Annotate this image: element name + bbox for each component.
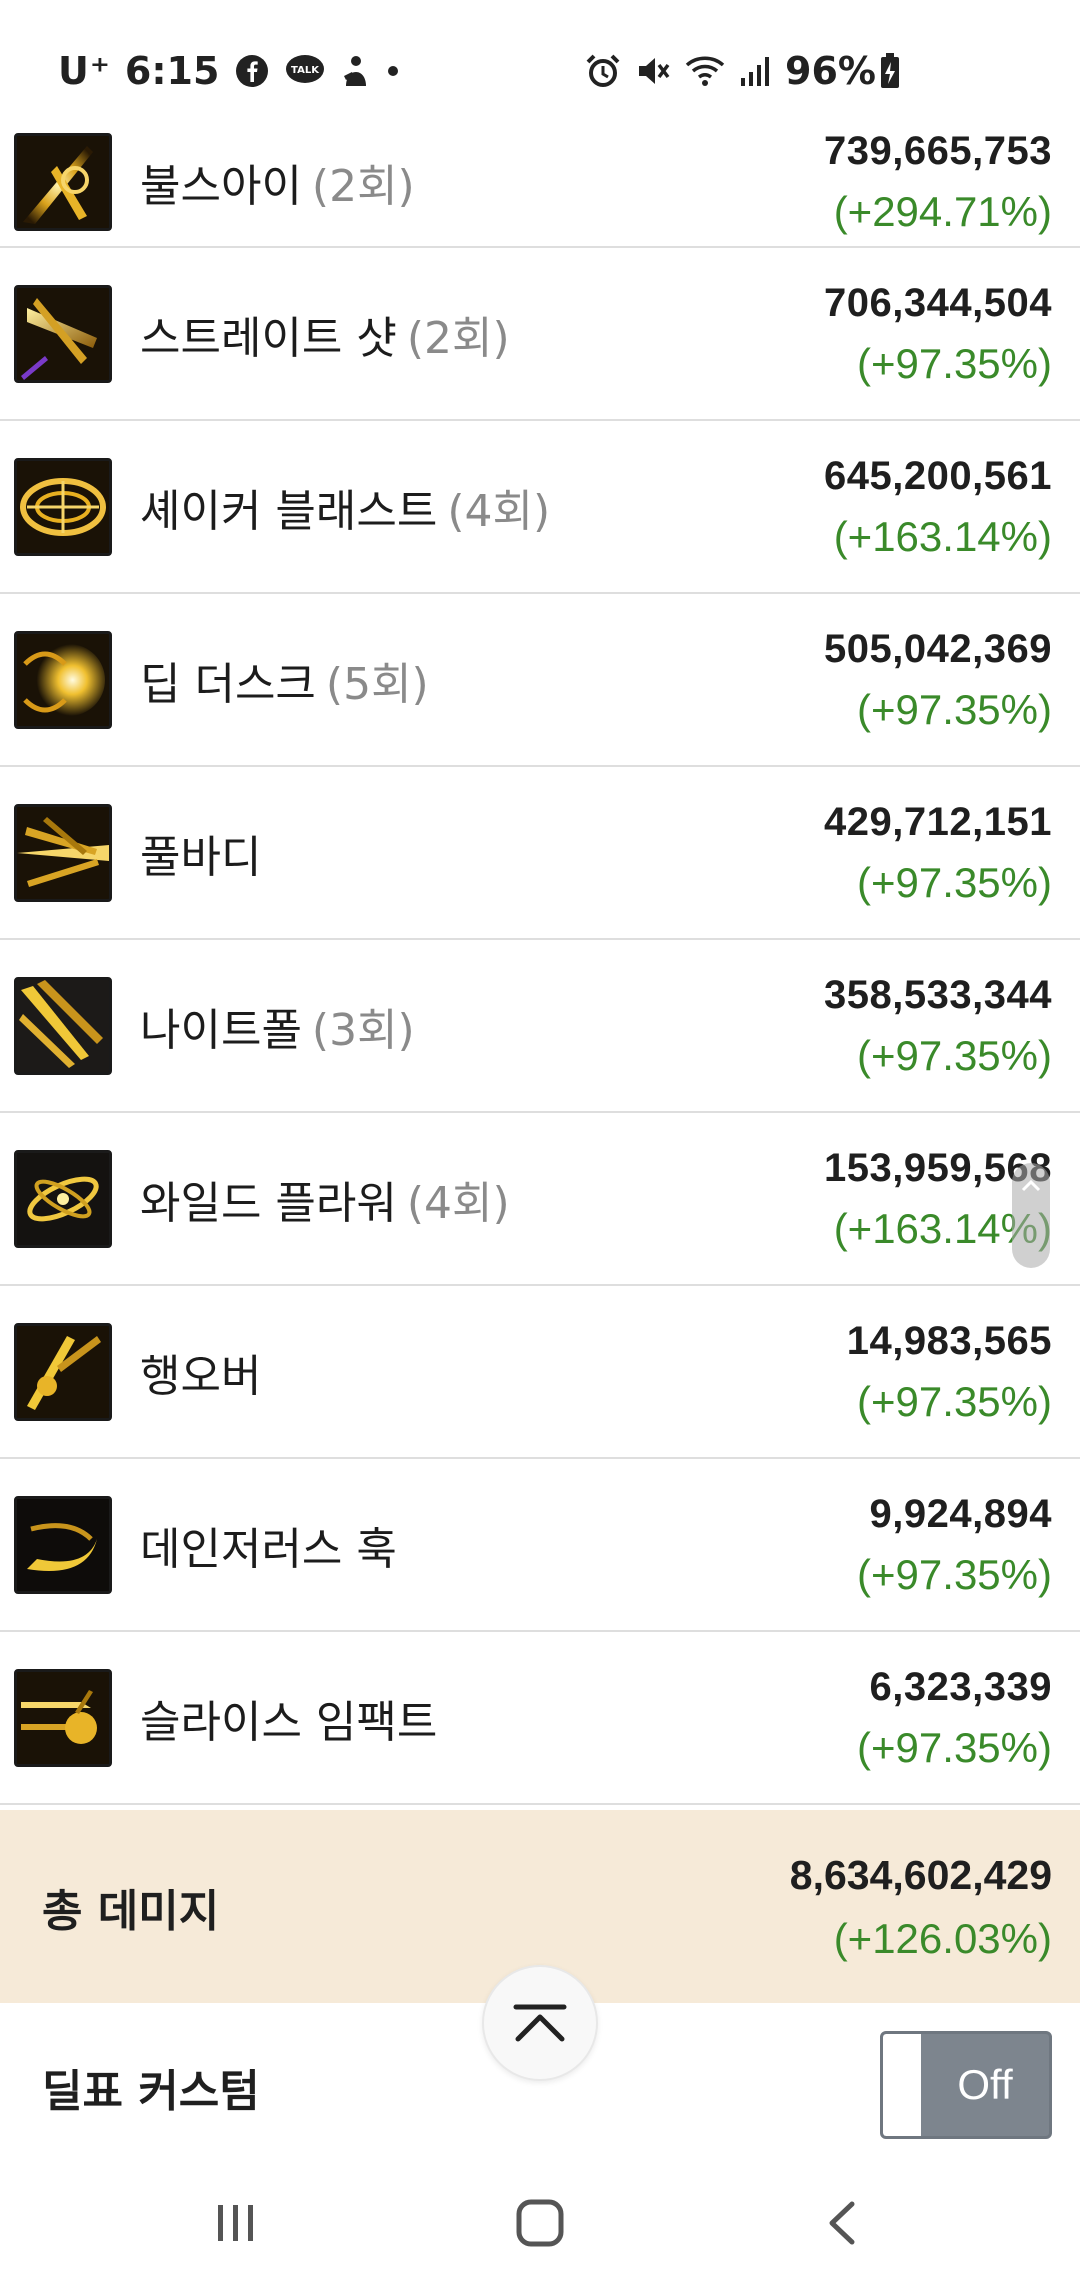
skill-name: 슬라이스 임팩트 — [140, 1696, 438, 1748]
skill-hit-count: (3회) — [311, 1004, 415, 1056]
list-item: 와일드 플라워 (4회) 153,959,568 (+163.14%) — [0, 1113, 1080, 1286]
straight-shot-skill-icon — [14, 284, 112, 383]
skill-name: 스트레이트 샷 — [140, 312, 397, 364]
alarm-icon — [585, 53, 621, 89]
skill-hit-count: (2회) — [406, 312, 510, 364]
scroll-to-top-button[interactable] — [482, 1965, 598, 2081]
skill-name: 행오버 — [140, 1350, 262, 1402]
skill-damage-percent: (+97.35%) — [857, 1377, 1052, 1425]
bullseye-skill-icon — [14, 133, 112, 231]
back-icon — [822, 2198, 862, 2248]
recent-apps-button[interactable] — [196, 2188, 276, 2258]
skill-hit-count: (4회) — [406, 1177, 510, 1229]
mute-icon — [635, 53, 671, 89]
skill-name: 셰이커 블래스트 — [140, 485, 438, 537]
skill-damage-value: 9,924,894 — [869, 1491, 1052, 1536]
skill-name: 풀바디 — [140, 831, 262, 883]
carrier-label: U⁺ — [58, 49, 111, 93]
skill-damage-list: 불스아이 (2회) 739,665,753 (+294.71%) 스트레이트 샷(… — [0, 118, 1080, 1805]
total-damage-value: 8,634,602,429 — [789, 1851, 1052, 1898]
status-bar: U⁺ 6:15 TALK 96% — [0, 0, 1080, 118]
list-item: 스트레이트 샷 (2회) 706,344,504 (+97.35%) — [0, 248, 1080, 421]
more-dot-icon — [387, 65, 399, 77]
list-item: 나이트폴 (3회) 358,533,344 (+97.35%) — [0, 940, 1080, 1113]
back-button[interactable] — [802, 2188, 882, 2258]
skill-name: 데인저러스 훅 — [140, 1523, 397, 1575]
skill-damage-percent: (+97.35%) — [857, 1550, 1052, 1598]
skill-hit-count: (4회) — [447, 485, 551, 537]
list-item: 셰이커 블래스트 (4회) 645,200,561 (+163.14%) — [0, 421, 1080, 594]
skill-damage-value: 358,533,344 — [824, 972, 1052, 1017]
list-item: 데인저러스 훅 9,924,894 (+97.35%) — [0, 1459, 1080, 1632]
total-damage-percent: (+126.03%) — [833, 1914, 1052, 1962]
scrollbar-thumb[interactable] — [1012, 1163, 1050, 1268]
full-body-skill-icon — [14, 803, 112, 902]
wild-flower-skill-icon — [14, 1149, 112, 1248]
skill-name: 불스아이 — [140, 161, 302, 212]
skill-name: 딥 더스크 — [140, 658, 316, 710]
damage-table-custom-label: 딜표 커스텀 — [42, 2066, 260, 2117]
skill-damage-value: 645,200,561 — [824, 453, 1052, 498]
signal-icon — [739, 54, 773, 88]
skill-damage-value: 429,712,151 — [824, 799, 1052, 844]
skill-damage-percent: (+163.14%) — [833, 512, 1052, 560]
skill-damage-percent: (+97.35%) — [857, 339, 1052, 387]
shaker-blast-skill-icon — [14, 457, 112, 556]
list-item: 풀바디 429,712,151 (+97.35%) — [0, 767, 1080, 940]
skill-name: 나이트폴 — [140, 1004, 302, 1056]
skill-damage-value: 14,983,565 — [846, 1318, 1052, 1363]
toggle-knob — [883, 2034, 921, 2136]
chevron-up-icon — [1020, 1179, 1042, 1193]
recent-apps-icon — [212, 2201, 260, 2245]
notification-app-icon — [341, 54, 371, 88]
skill-damage-value: 706,344,504 — [824, 280, 1052, 325]
system-navigation-bar — [0, 2168, 1080, 2280]
nightfall-skill-icon — [14, 976, 112, 1075]
home-button[interactable] — [500, 2188, 580, 2258]
battery-percent: 96% — [785, 49, 876, 93]
damage-table-custom-toggle[interactable]: Off — [880, 2031, 1052, 2139]
slice-impact-skill-icon — [14, 1668, 112, 1767]
chevron-up-bar-icon — [512, 2001, 568, 2045]
skill-damage-percent: (+97.35%) — [857, 1031, 1052, 1079]
skill-hit-count: (5회) — [325, 658, 429, 710]
skill-damage-value: 505,042,369 — [824, 626, 1052, 671]
dangerous-hook-skill-icon — [14, 1495, 112, 1594]
skill-damage-percent: (+97.35%) — [857, 1723, 1052, 1771]
skill-hit-count: (2회) — [311, 161, 415, 212]
total-damage-label: 총 데미지 — [42, 1885, 220, 1937]
toggle-state-label: Off — [957, 2061, 1013, 2108]
skill-damage-percent: (+294.71%) — [833, 188, 1052, 235]
clock: 6:15 — [124, 49, 220, 93]
wifi-icon — [685, 54, 725, 88]
skill-name: 와일드 플라워 — [140, 1177, 397, 1229]
list-item: 불스아이 (2회) 739,665,753 (+294.71%) — [0, 118, 1080, 248]
deep-dusk-skill-icon — [14, 630, 112, 729]
kakaotalk-icon: TALK — [285, 54, 325, 88]
skill-damage-percent: (+97.35%) — [857, 858, 1052, 906]
skill-damage-value: 739,665,753 — [824, 129, 1052, 173]
skill-damage-percent: (+97.35%) — [857, 685, 1052, 733]
battery-charging-icon — [880, 53, 900, 89]
skill-damage-value: 6,323,339 — [869, 1664, 1052, 1709]
list-item: 딥 더스크 (5회) 505,042,369 (+97.35%) — [0, 594, 1080, 767]
facebook-icon — [235, 54, 269, 88]
list-item: 행오버 14,983,565 (+97.35%) — [0, 1286, 1080, 1459]
home-icon — [515, 2198, 565, 2248]
list-item: 슬라이스 임팩트 6,323,339 (+97.35%) — [0, 1632, 1080, 1805]
svg-text:TALK: TALK — [292, 65, 321, 76]
hangover-skill-icon — [14, 1322, 112, 1421]
